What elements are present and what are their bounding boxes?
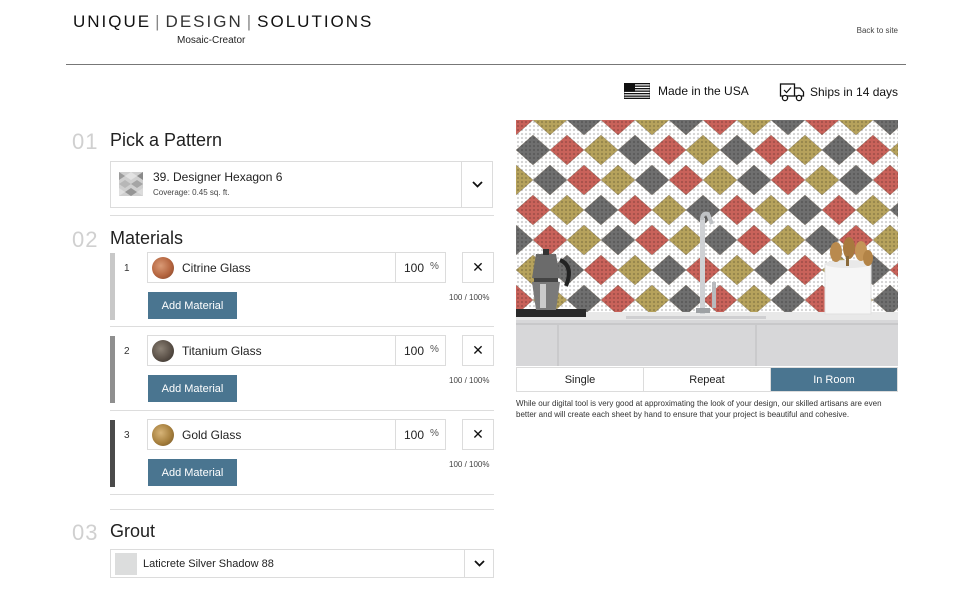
- us-flag-icon: [624, 83, 650, 99]
- mosaic-room-preview: [516, 120, 898, 366]
- grout-name: Laticrete Silver Shadow 88: [143, 558, 274, 570]
- material-select[interactable]: Citrine Glass 100 %: [147, 252, 446, 283]
- chevron-down-icon: [471, 181, 483, 188]
- percent-sign: %: [430, 428, 439, 439]
- material-ratio: 100 / 100%: [449, 293, 490, 302]
- brand-logo[interactable]: UNIQUE | DESIGN | SOLUTIONS: [73, 12, 373, 32]
- chevron-down-icon: [473, 560, 485, 567]
- made-in-usa-label: Made in the USA: [658, 84, 749, 98]
- brand-separator: |: [246, 12, 254, 31]
- material-swatch: [152, 340, 174, 362]
- brand-word-design: DESIGN: [165, 12, 243, 31]
- material-ratio: 100 / 100%: [449, 460, 490, 469]
- section-divider: [110, 509, 494, 510]
- material-name: Titanium Glass: [182, 344, 262, 358]
- step-number-grout: 03: [72, 520, 99, 545]
- pattern-coverage: Coverage: 0.45 sq. ft.: [153, 188, 230, 197]
- material-color-bar: [110, 336, 115, 403]
- material-percent-input[interactable]: 100 %: [395, 420, 445, 449]
- step-number-materials: 02: [72, 227, 99, 252]
- material-index: 1: [124, 263, 130, 274]
- brand-word-solutions: SOLUTIONS: [257, 12, 374, 31]
- grout-select[interactable]: Laticrete Silver Shadow 88: [110, 549, 494, 578]
- remove-material-button[interactable]: ✕: [462, 252, 494, 283]
- material-ratio: 100 / 100%: [449, 376, 490, 385]
- add-material-button[interactable]: Add Material: [148, 375, 237, 402]
- material-name: Citrine Glass: [182, 261, 251, 275]
- material-select[interactable]: Titanium Glass 100 %: [147, 335, 446, 366]
- material-percent-value: 100: [404, 261, 425, 275]
- delivery-truck-icon: [779, 83, 805, 102]
- material-percent-input[interactable]: 100 %: [395, 336, 445, 365]
- step-number-pattern: 01: [72, 129, 99, 154]
- preview-disclaimer: While our digital tool is very good at a…: [516, 399, 882, 419]
- brand-word-unique: UNIQUE: [73, 12, 152, 31]
- pattern-dropdown-button[interactable]: [461, 162, 492, 207]
- grout-swatch: [115, 553, 137, 575]
- add-material-button[interactable]: Add Material: [148, 459, 237, 486]
- pattern-name: 39. Designer Hexagon 6: [153, 170, 283, 184]
- material-divider: [110, 494, 494, 495]
- material-divider: [110, 326, 494, 327]
- material-divider: [110, 410, 494, 411]
- grout-dropdown-button[interactable]: [464, 550, 493, 577]
- back-to-site-link[interactable]: Back to site: [857, 26, 898, 35]
- material-percent-value: 100: [404, 428, 425, 442]
- close-icon: ✕: [472, 259, 484, 275]
- add-material-button[interactable]: Add Material: [148, 292, 237, 319]
- tab-in-room[interactable]: In Room: [771, 368, 897, 391]
- section-divider: [110, 215, 494, 216]
- shipping-badge: Ships in 14 days: [779, 81, 898, 103]
- made-in-usa-badge: Made in the USA: [624, 83, 749, 99]
- remove-material-button[interactable]: ✕: [462, 419, 494, 450]
- material-name: Gold Glass: [182, 428, 242, 442]
- app-subtitle: Mosaic-Creator: [177, 35, 246, 46]
- pattern-select[interactable]: 39. Designer Hexagon 6 Coverage: 0.45 sq…: [110, 161, 493, 208]
- tab-repeat[interactable]: Repeat: [644, 368, 771, 391]
- step-title-grout: Grout: [110, 521, 156, 541]
- percent-sign: %: [430, 261, 439, 272]
- view-mode-tabs: Single Repeat In Room: [516, 367, 898, 392]
- material-index: 2: [124, 346, 130, 357]
- material-percent-value: 100: [404, 344, 425, 358]
- step-title-pattern: Pick a Pattern: [110, 130, 223, 150]
- material-index: 3: [124, 430, 130, 441]
- material-swatch: [152, 424, 174, 446]
- step-title-materials: Materials: [110, 228, 184, 248]
- shipping-label: Ships in 14 days: [810, 85, 899, 99]
- material-color-bar: [110, 420, 115, 487]
- percent-sign: %: [430, 344, 439, 355]
- material-percent-input[interactable]: 100 %: [395, 253, 445, 282]
- material-swatch: [152, 257, 174, 279]
- material-select[interactable]: Gold Glass 100 %: [147, 419, 446, 450]
- material-color-bar: [110, 253, 115, 320]
- pattern-thumbnail: [119, 172, 143, 196]
- tab-single[interactable]: Single: [517, 368, 644, 391]
- close-icon: ✕: [472, 426, 484, 442]
- header-divider: [66, 64, 906, 65]
- close-icon: ✕: [472, 342, 484, 358]
- brand-separator: |: [155, 12, 162, 31]
- remove-material-button[interactable]: ✕: [462, 335, 494, 366]
